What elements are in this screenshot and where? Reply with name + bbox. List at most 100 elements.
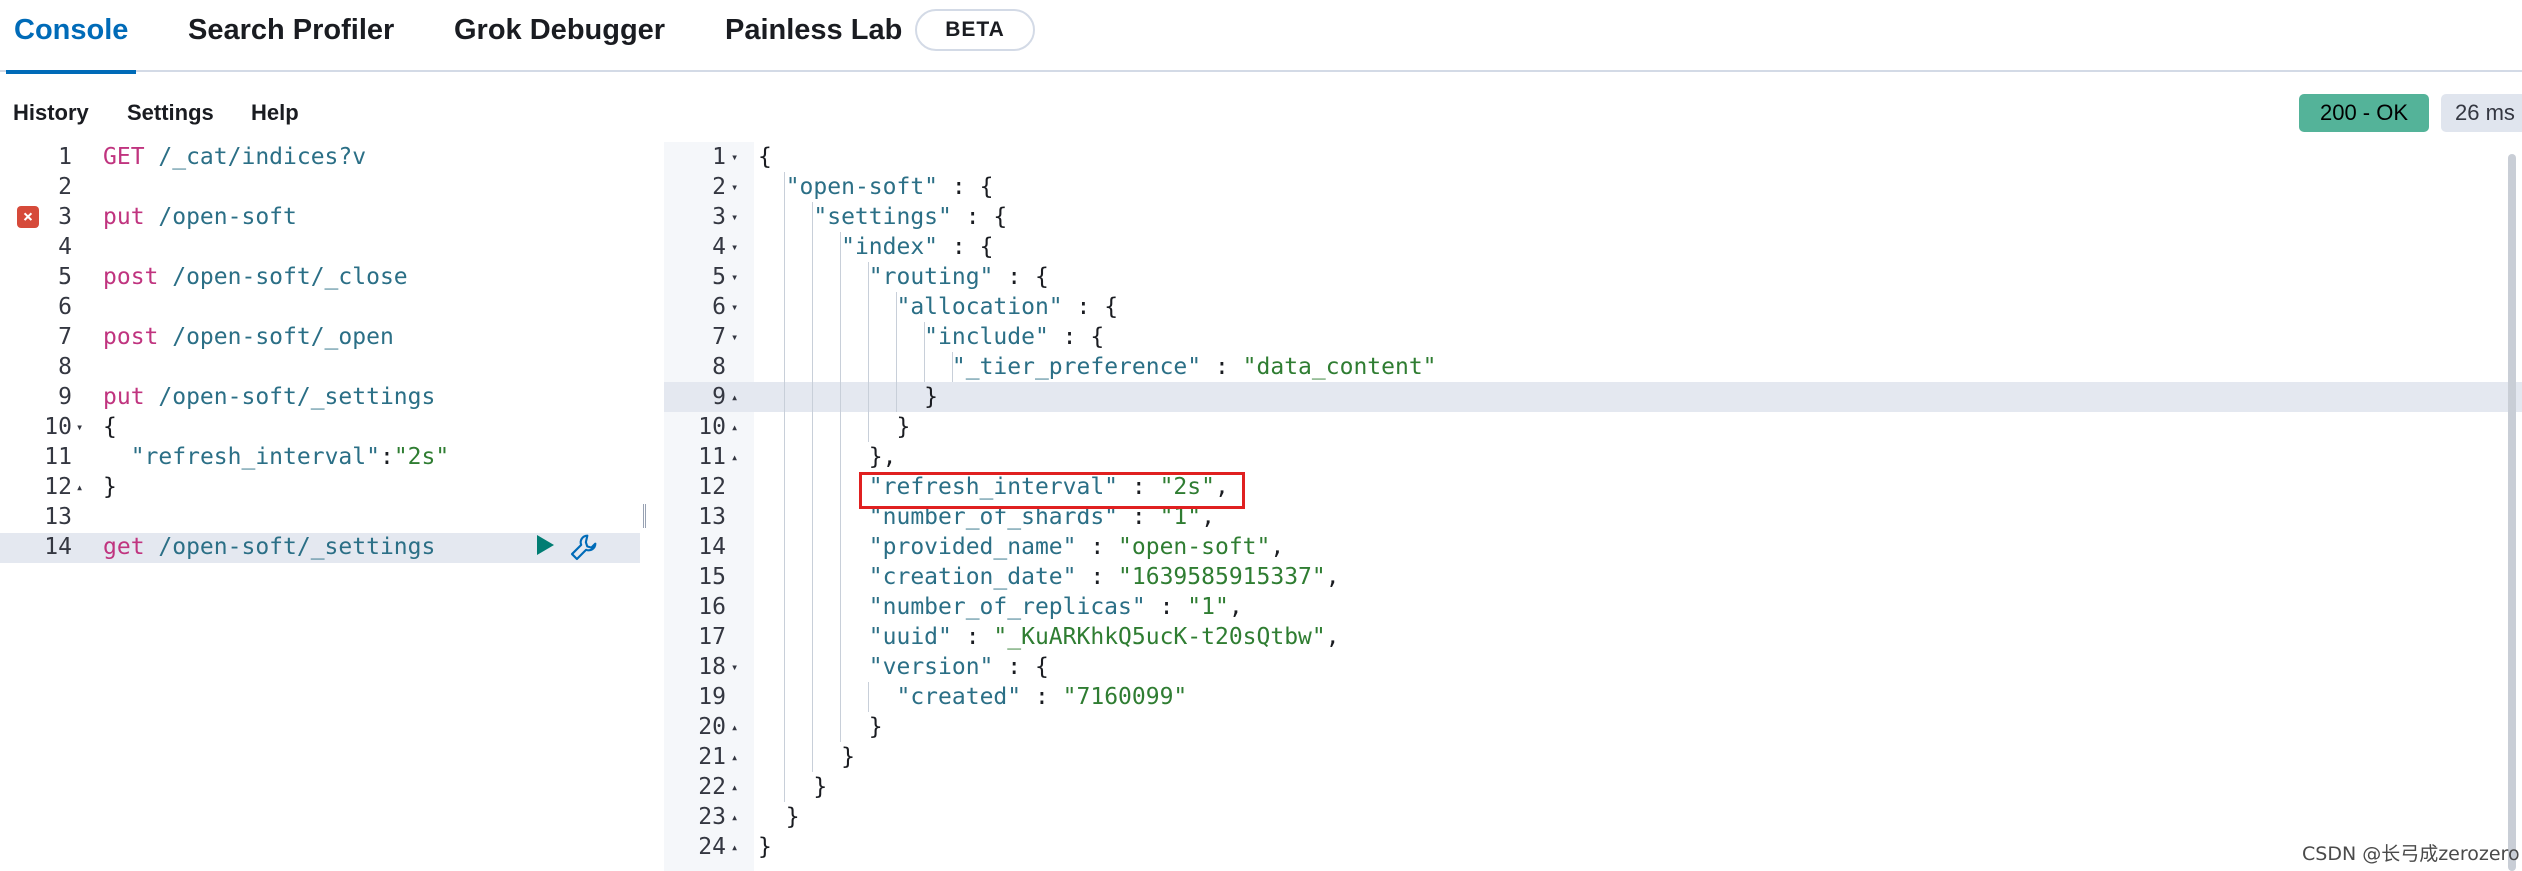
response-line-number: 21 [698, 744, 726, 770]
fold-arrow-icon[interactable]: ▴ [731, 442, 745, 472]
refresh-interval-annotation [859, 472, 1245, 509]
fold-arrow-icon[interactable]: ▾ [731, 232, 745, 262]
tab-painless-lab[interactable]: Painless Lab [725, 0, 902, 72]
request-body-text: } [103, 474, 117, 500]
request-line[interactable]: put /open-soft/_settings [103, 382, 435, 412]
request-line[interactable]: { [103, 412, 117, 442]
response-line-number: 20 [698, 714, 726, 740]
request-line-number: 12 [44, 474, 72, 500]
play-icon[interactable] [537, 535, 554, 555]
response-line: "version" : { [868, 654, 1049, 680]
tab-search-profiler[interactable]: Search Profiler [188, 0, 394, 72]
request-line-number: 1 [58, 144, 72, 170]
response-line-number: 23 [698, 804, 726, 830]
request-editor[interactable]: 1 GET /_cat/indices?v 2 3 put /open-soft 4 5 po… [0, 142, 640, 871]
fold-arrow-icon[interactable]: ▴ [731, 712, 745, 742]
fold-arrow-icon[interactable]: ▴ [731, 832, 745, 862]
response-line-number: 8 [712, 354, 726, 380]
request-line[interactable]: "refresh_interval":"2s" [103, 442, 450, 472]
response-line-number: 22 [698, 774, 726, 800]
response-line-number: 14 [698, 534, 726, 560]
history-menu[interactable]: History [13, 100, 89, 126]
fold-arrow-icon[interactable]: ▾ [731, 202, 745, 232]
status-badge: 200 - OK [2299, 94, 2429, 132]
request-line-number: 2 [58, 174, 72, 200]
request-line[interactable]: GET /_cat/indices?v [103, 142, 366, 172]
request-line[interactable]: post /open-soft/_close [103, 262, 408, 292]
request-path: /open-soft/_close [158, 264, 408, 290]
fold-arrow-icon[interactable]: ▴ [731, 772, 745, 802]
request-line[interactable]: get /open-soft/_settings [103, 532, 435, 562]
request-line[interactable]: post /open-soft/_open [103, 322, 394, 352]
fold-arrow-icon[interactable]: ▾ [731, 172, 745, 202]
response-line-number: 4 [712, 234, 726, 260]
response-line: } [758, 744, 855, 770]
response-line-number: 24 [698, 834, 726, 860]
http-method: post [103, 264, 159, 290]
response-line: "open-soft" : { [785, 174, 994, 200]
request-body-text: { [103, 414, 117, 440]
tab-grok-debugger[interactable]: Grok Debugger [454, 0, 665, 72]
response-line: { [758, 144, 772, 170]
tab-bar: Console Search Profiler Grok Debugger Pa… [0, 0, 2522, 74]
response-line: "routing" : { [868, 264, 1049, 290]
request-line-number: 4 [58, 234, 72, 260]
fold-arrow-icon[interactable]: ▴ [731, 382, 745, 412]
response-line: } [758, 714, 883, 740]
request-path: /open-soft/_settings [144, 534, 436, 560]
beta-badge: BETA [915, 9, 1035, 51]
response-line-number: 13 [698, 504, 726, 530]
response-line: } [758, 414, 911, 440]
http-method: put [103, 384, 145, 410]
response-line: }, [758, 444, 897, 470]
response-line: "settings" : { [813, 204, 1008, 230]
response-line: } [758, 834, 772, 860]
request-body-text: "refresh_interval":"2s" [130, 444, 450, 470]
request-line-number: 6 [58, 294, 72, 320]
response-line-number: 11 [698, 444, 726, 470]
tab-console[interactable]: Console [5, 0, 137, 74]
response-line: "created" : "7160099" [896, 684, 1188, 710]
cursor-line-highlight [664, 382, 2522, 412]
help-menu[interactable]: Help [251, 100, 299, 126]
fold-arrow-icon[interactable]: ▴ [731, 742, 745, 772]
request-line[interactable]: put /open-soft [103, 202, 297, 232]
response-time-badge: 26 ms [2441, 94, 2522, 132]
fold-arrow-icon[interactable]: ▾ [76, 412, 90, 442]
response-line-number: 12 [698, 474, 726, 500]
response-line: } [758, 774, 828, 800]
response-line: "number_of_replicas" : "1", [868, 594, 1243, 620]
request-path: /_cat/indices?v [144, 144, 367, 170]
fold-arrow-icon[interactable]: ▴ [731, 412, 745, 442]
response-line-number: 1 [712, 144, 726, 170]
fold-arrow-icon[interactable]: ▾ [731, 322, 745, 352]
response-line-number: 15 [698, 564, 726, 590]
fold-arrow-icon[interactable]: ▾ [731, 652, 745, 682]
request-line-number: 7 [58, 324, 72, 350]
fold-arrow-icon[interactable]: ▴ [76, 472, 90, 502]
http-method: put [103, 204, 145, 230]
response-line-number: 2 [712, 174, 726, 200]
request-line-number: 9 [58, 384, 72, 410]
error-icon[interactable]: × [17, 206, 39, 228]
response-line-number: 19 [698, 684, 726, 710]
response-line: "_tier_preference" : "data_content" [951, 354, 1437, 380]
response-line-number: 16 [698, 594, 726, 620]
fold-arrow-icon[interactable]: ▾ [731, 292, 745, 322]
fold-arrow-icon[interactable]: ▾ [731, 262, 745, 292]
request-line[interactable]: } [103, 472, 117, 502]
response-line: "allocation" : { [896, 294, 1119, 320]
response-scrollbar[interactable] [2508, 154, 2516, 871]
response-line-number: 17 [698, 624, 726, 650]
fold-arrow-icon[interactable]: ▾ [731, 142, 745, 172]
request-line-number: 10 [44, 414, 72, 440]
fold-arrow-icon[interactable]: ▴ [731, 802, 745, 832]
request-line-number: 5 [58, 264, 72, 290]
response-line: "include" : { [924, 324, 1105, 350]
response-line-number: 10 [698, 414, 726, 440]
response-line: "uuid" : "_KuARKhkQ5ucK-t20sQtbw", [868, 624, 1340, 650]
pane-resize-handle[interactable] [643, 504, 655, 528]
http-method: GET [103, 144, 145, 170]
wrench-icon[interactable] [568, 531, 600, 563]
settings-menu[interactable]: Settings [127, 100, 214, 126]
